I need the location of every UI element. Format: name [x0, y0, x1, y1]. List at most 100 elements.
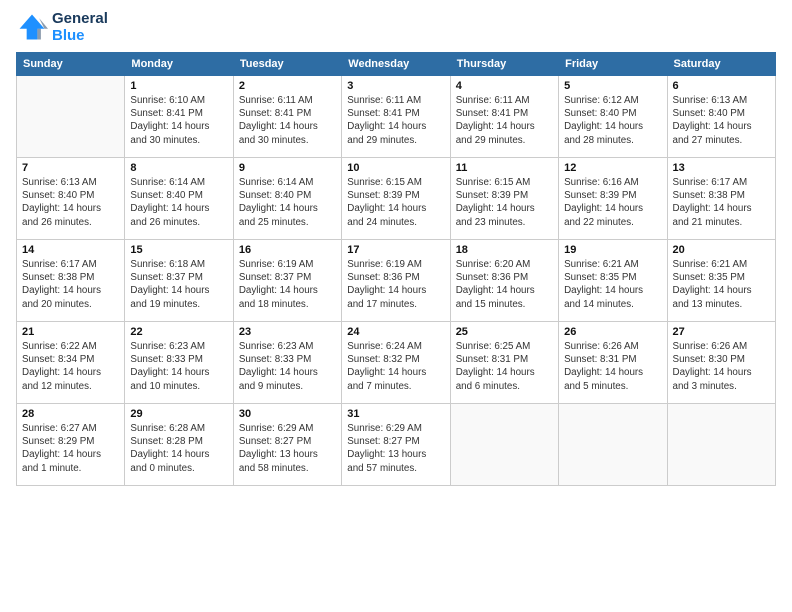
day-info: Sunrise: 6:11 AM Sunset: 8:41 PM Dayligh… — [456, 94, 553, 147]
calendar-header-monday: Monday — [125, 53, 233, 76]
calendar-header-friday: Friday — [559, 53, 667, 76]
day-info: Sunrise: 6:21 AM Sunset: 8:35 PM Dayligh… — [564, 258, 661, 311]
table-row: 4 Sunrise: 6:11 AM Sunset: 8:41 PM Daylig… — [450, 76, 558, 158]
day-number: 14 — [22, 244, 119, 256]
day-number: 20 — [673, 244, 770, 256]
day-number: 9 — [239, 162, 336, 174]
table-row: 23 Sunrise: 6:23 AM Sunset: 8:33 PM Dayli… — [233, 322, 341, 404]
table-row: 22 Sunrise: 6:23 AM Sunset: 8:33 PM Dayli… — [125, 322, 233, 404]
day-number: 8 — [130, 162, 227, 174]
day-number: 28 — [22, 408, 119, 420]
day-info: Sunrise: 6:11 AM Sunset: 8:41 PM Dayligh… — [239, 94, 336, 147]
table-row — [450, 404, 558, 486]
table-row: 8 Sunrise: 6:14 AM Sunset: 8:40 PM Daylig… — [125, 158, 233, 240]
day-number: 23 — [239, 326, 336, 338]
table-row: 29 Sunrise: 6:28 AM Sunset: 8:28 PM Dayli… — [125, 404, 233, 486]
day-info: Sunrise: 6:23 AM Sunset: 8:33 PM Dayligh… — [239, 340, 336, 393]
table-row: 17 Sunrise: 6:19 AM Sunset: 8:36 PM Dayli… — [342, 240, 450, 322]
day-number: 26 — [564, 326, 661, 338]
day-number: 3 — [347, 80, 444, 92]
day-info: Sunrise: 6:26 AM Sunset: 8:30 PM Dayligh… — [673, 340, 770, 393]
day-number: 4 — [456, 80, 553, 92]
day-info: Sunrise: 6:22 AM Sunset: 8:34 PM Dayligh… — [22, 340, 119, 393]
day-info: Sunrise: 6:19 AM Sunset: 8:37 PM Dayligh… — [239, 258, 336, 311]
table-row: 28 Sunrise: 6:27 AM Sunset: 8:29 PM Dayli… — [17, 404, 125, 486]
calendar-header-saturday: Saturday — [667, 53, 775, 76]
calendar-week-row: 1Sunrise: 6:10 AM Sunset: 8:41 PM Daylig… — [17, 76, 776, 158]
day-info: Sunrise: 6:23 AM Sunset: 8:33 PM Dayligh… — [130, 340, 227, 393]
page: General Blue SundayMondayTuesdayWednesda… — [0, 0, 792, 612]
day-info: Sunrise: 6:27 AM Sunset: 8:29 PM Dayligh… — [22, 422, 119, 475]
header: General Blue — [16, 10, 776, 44]
table-row: 11 Sunrise: 6:15 AM Sunset: 8:39 PM Dayli… — [450, 158, 558, 240]
table-row: 30 Sunrise: 6:29 AM Sunset: 8:27 PM Dayli… — [233, 404, 341, 486]
table-row: 7 Sunrise: 6:13 AM Sunset: 8:40 PM Daylig… — [17, 158, 125, 240]
calendar-header-sunday: Sunday — [17, 53, 125, 76]
day-info: Sunrise: 6:19 AM Sunset: 8:36 PM Dayligh… — [347, 258, 444, 311]
day-info: Sunrise: 6:13 AM Sunset: 8:40 PM Dayligh… — [22, 176, 119, 229]
table-row: 2 Sunrise: 6:11 AM Sunset: 8:41 PM Daylig… — [233, 76, 341, 158]
day-number: 10 — [347, 162, 444, 174]
day-info: Sunrise: 6:24 AM Sunset: 8:32 PM Dayligh… — [347, 340, 444, 393]
day-info: Sunrise: 6:11 AM Sunset: 8:41 PM Dayligh… — [347, 94, 444, 147]
day-number: 7 — [22, 162, 119, 174]
day-info: Sunrise: 6:26 AM Sunset: 8:31 PM Dayligh… — [564, 340, 661, 393]
calendar-header-wednesday: Wednesday — [342, 53, 450, 76]
day-number: 15 — [130, 244, 227, 256]
logo-text: General Blue — [52, 10, 108, 44]
table-row: 5 Sunrise: 6:12 AM Sunset: 8:40 PM Daylig… — [559, 76, 667, 158]
table-row: 18Sunrise: 6:20 AM Sunset: 8:36 PM Dayli… — [450, 240, 558, 322]
table-row: 19 Sunrise: 6:21 AM Sunset: 8:35 PM Dayli… — [559, 240, 667, 322]
day-info: Sunrise: 6:28 AM Sunset: 8:28 PM Dayligh… — [130, 422, 227, 475]
day-info: Sunrise: 6:17 AM Sunset: 8:38 PM Dayligh… — [673, 176, 770, 229]
day-info: Sunrise: 6:15 AM Sunset: 8:39 PM Dayligh… — [347, 176, 444, 229]
calendar-header-row: SundayMondayTuesdayWednesdayThursdayFrid… — [17, 53, 776, 76]
day-number: 30 — [239, 408, 336, 420]
day-info: Sunrise: 6:15 AM Sunset: 8:39 PM Dayligh… — [456, 176, 553, 229]
day-info: Sunrise: 6:21 AM Sunset: 8:35 PM Dayligh… — [673, 258, 770, 311]
table-row — [17, 76, 125, 158]
day-number: 22 — [130, 326, 227, 338]
table-row — [667, 404, 775, 486]
day-info: Sunrise: 6:13 AM Sunset: 8:40 PM Dayligh… — [673, 94, 770, 147]
table-row — [559, 404, 667, 486]
calendar-week-row: 21 Sunrise: 6:22 AM Sunset: 8:34 PM Dayli… — [17, 322, 776, 404]
calendar-week-row: 28 Sunrise: 6:27 AM Sunset: 8:29 PM Dayli… — [17, 404, 776, 486]
calendar-table: SundayMondayTuesdayWednesdayThursdayFrid… — [16, 52, 776, 486]
day-number: 13 — [673, 162, 770, 174]
day-number: 29 — [130, 408, 227, 420]
day-info: Sunrise: 6:29 AM Sunset: 8:27 PM Dayligh… — [239, 422, 336, 475]
day-info: Sunrise: 6:17 AM Sunset: 8:38 PM Dayligh… — [22, 258, 119, 311]
day-number: 21 — [22, 326, 119, 338]
day-number: 17 — [347, 244, 444, 256]
day-number: 11 — [456, 162, 553, 174]
table-row: 12Sunrise: 6:16 AM Sunset: 8:39 PM Dayli… — [559, 158, 667, 240]
day-number: 16 — [239, 244, 336, 256]
calendar-week-row: 14 Sunrise: 6:17 AM Sunset: 8:38 PM Dayli… — [17, 240, 776, 322]
table-row: 27Sunrise: 6:26 AM Sunset: 8:30 PM Dayli… — [667, 322, 775, 404]
day-number: 2 — [239, 80, 336, 92]
table-row: 3 Sunrise: 6:11 AM Sunset: 8:41 PM Daylig… — [342, 76, 450, 158]
table-row: 16 Sunrise: 6:19 AM Sunset: 8:37 PM Dayli… — [233, 240, 341, 322]
day-number: 24 — [347, 326, 444, 338]
day-info: Sunrise: 6:29 AM Sunset: 8:27 PM Dayligh… — [347, 422, 444, 475]
day-number: 19 — [564, 244, 661, 256]
logo: General Blue — [16, 10, 108, 44]
day-number: 6 — [673, 80, 770, 92]
day-number: 25 — [456, 326, 553, 338]
table-row: 15Sunrise: 6:18 AM Sunset: 8:37 PM Dayli… — [125, 240, 233, 322]
table-row: 21 Sunrise: 6:22 AM Sunset: 8:34 PM Dayli… — [17, 322, 125, 404]
table-row: 14 Sunrise: 6:17 AM Sunset: 8:38 PM Dayli… — [17, 240, 125, 322]
table-row: 24 Sunrise: 6:24 AM Sunset: 8:32 PM Dayli… — [342, 322, 450, 404]
logo-icon — [16, 11, 48, 43]
table-row: 26 Sunrise: 6:26 AM Sunset: 8:31 PM Dayli… — [559, 322, 667, 404]
table-row: 13 Sunrise: 6:17 AM Sunset: 8:38 PM Dayli… — [667, 158, 775, 240]
day-number: 12 — [564, 162, 661, 174]
table-row: 1Sunrise: 6:10 AM Sunset: 8:41 PM Daylig… — [125, 76, 233, 158]
day-info: Sunrise: 6:12 AM Sunset: 8:40 PM Dayligh… — [564, 94, 661, 147]
table-row: 25Sunrise: 6:25 AM Sunset: 8:31 PM Dayli… — [450, 322, 558, 404]
table-row: 20 Sunrise: 6:21 AM Sunset: 8:35 PM Dayli… — [667, 240, 775, 322]
day-info: Sunrise: 6:20 AM Sunset: 8:36 PM Dayligh… — [456, 258, 553, 311]
day-number: 5 — [564, 80, 661, 92]
day-info: Sunrise: 6:14 AM Sunset: 8:40 PM Dayligh… — [130, 176, 227, 229]
